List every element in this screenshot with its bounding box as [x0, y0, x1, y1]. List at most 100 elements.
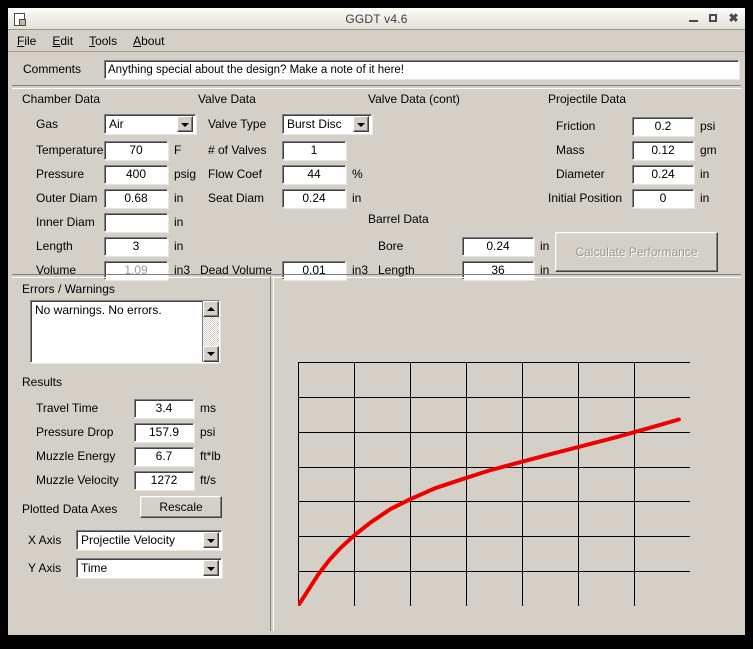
valve-type-select[interactable]: Burst Disc	[282, 114, 372, 134]
plot-svg	[298, 362, 690, 606]
x-axis-label: X Axis	[28, 533, 76, 547]
errors-text: No warnings. No errors.	[31, 301, 202, 362]
muzzle-energy-unit: ft*lb	[200, 449, 221, 463]
menu-label-tools: ools	[95, 34, 117, 48]
y-axis-value: Time	[77, 561, 203, 575]
muzzle-energy-output: 6.7	[134, 447, 194, 466]
field-inner-diam: Inner Diam in	[36, 212, 183, 232]
num-valves-input[interactable]: 1	[282, 141, 346, 160]
calculate-performance-button[interactable]: Calculate Performance	[555, 232, 718, 272]
pressure-drop-label: Pressure Drop	[36, 425, 134, 439]
maximize-icon[interactable]	[708, 13, 719, 24]
comments-label: Comments	[14, 62, 104, 76]
bore-unit: in	[540, 239, 549, 253]
application-window: GGDT v4.6 ✖ File Edit Tools About Commen…	[7, 7, 746, 636]
valve-data-title: Valve Data	[198, 92, 256, 106]
chamber-data-title: Chamber Data	[22, 92, 100, 106]
outer-diam-input[interactable]: 0.68	[104, 189, 168, 208]
bore-label: Bore	[378, 239, 462, 253]
pressure-input[interactable]: 400	[104, 165, 168, 184]
field-x-axis: X Axis Projectile Velocity	[28, 530, 222, 550]
pressure-drop-unit: psi	[200, 425, 215, 439]
field-bore: Bore 0.24 in	[378, 236, 549, 256]
menu-label-edit: dit	[60, 34, 73, 48]
divider-top	[12, 85, 741, 89]
gas-select[interactable]: Air	[104, 114, 196, 134]
minimize-icon[interactable]	[688, 13, 699, 24]
field-pressure: Pressure 400 psig	[36, 164, 196, 184]
x-axis-value: Projectile Velocity	[77, 533, 203, 547]
temperature-input[interactable]: 70	[104, 141, 168, 160]
menu-item-file[interactable]: File	[17, 32, 45, 50]
field-mass: Mass 0.12 gm	[556, 140, 717, 160]
valve-type-label: Valve Type	[208, 117, 282, 131]
errors-textarea[interactable]: No warnings. No errors.	[30, 300, 220, 363]
friction-input[interactable]: 0.2	[632, 117, 694, 136]
window-title: GGDT v4.6	[8, 12, 745, 26]
menu-label-about: bout	[141, 34, 164, 48]
gas-label: Gas	[36, 117, 104, 131]
mass-input[interactable]: 0.12	[632, 141, 694, 160]
muzzle-velocity-label: Muzzle Velocity	[36, 473, 134, 487]
chevron-down-icon[interactable]	[177, 116, 193, 132]
field-num-valves: # of Valves 1	[208, 140, 346, 160]
chart-series-line	[298, 420, 679, 606]
diameter-label: Diameter	[556, 167, 632, 181]
diameter-input[interactable]: 0.24	[632, 165, 694, 184]
projectile-data-title: Projectile Data	[548, 92, 626, 106]
seat-diam-input[interactable]: 0.24	[282, 189, 346, 208]
menu-item-tools[interactable]: Tools	[89, 32, 126, 50]
window-controls: ✖	[688, 13, 739, 24]
inner-diam-input[interactable]	[104, 213, 168, 232]
muzzle-velocity-output: 1272	[134, 471, 194, 490]
field-chamber-length: Length 3 in	[36, 236, 183, 256]
gas-value: Air	[105, 117, 177, 131]
flow-coef-unit: %	[352, 167, 363, 181]
valve-data-cont-title: Valve Data (cont)	[368, 92, 460, 106]
rescale-button[interactable]: Rescale	[140, 496, 222, 518]
field-diameter: Diameter 0.24 in	[556, 164, 709, 184]
chevron-down-icon[interactable]	[203, 560, 219, 576]
field-temperature: Temperature 70 F	[36, 140, 181, 160]
field-friction: Friction 0.2 psi	[556, 116, 715, 136]
chamber-length-unit: in	[174, 239, 183, 253]
chart-area	[274, 278, 741, 631]
scroll-down-icon[interactable]	[203, 346, 219, 362]
travel-time-unit: ms	[200, 401, 216, 415]
plot-axes-title: Plotted Data Axes	[22, 502, 117, 516]
friction-unit: psi	[700, 119, 715, 133]
field-flow-coef: Flow Coef 44 %	[208, 164, 363, 184]
field-travel-time: Travel Time 3.4 ms	[36, 398, 216, 418]
errors-scrollbar[interactable]	[202, 301, 219, 362]
field-y-axis: Y Axis Time	[28, 558, 222, 578]
inner-diam-label: Inner Diam	[36, 215, 104, 229]
y-axis-select[interactable]: Time	[76, 558, 222, 578]
flow-coef-input[interactable]: 44	[282, 165, 346, 184]
initial-position-input[interactable]: 0	[632, 189, 694, 208]
close-icon[interactable]: ✖	[728, 13, 739, 24]
menu-item-edit[interactable]: Edit	[52, 32, 82, 50]
seat-diam-label: Seat Diam	[208, 191, 282, 205]
menu-label-file: ile	[24, 34, 36, 48]
flow-coef-label: Flow Coef	[208, 167, 282, 181]
y-axis-label: Y Axis	[28, 561, 76, 575]
x-axis-select[interactable]: Projectile Velocity	[76, 530, 222, 550]
comments-input[interactable]: Anything special about the design? Make …	[104, 60, 739, 79]
performance-plot[interactable]	[298, 362, 690, 606]
pressure-drop-output: 157.9	[134, 423, 194, 442]
travel-time-output: 3.4	[134, 399, 194, 418]
bore-input[interactable]: 0.24	[462, 237, 534, 256]
muzzle-energy-label: Muzzle Energy	[36, 449, 134, 463]
scrollbar-track[interactable]	[203, 317, 219, 346]
errors-title: Errors / Warnings	[22, 282, 115, 296]
results-title: Results	[22, 375, 62, 389]
chevron-down-icon[interactable]	[353, 116, 369, 132]
chamber-length-input[interactable]: 3	[104, 237, 168, 256]
scroll-up-icon[interactable]	[203, 301, 219, 317]
chamber-length-label: Length	[36, 239, 104, 253]
chevron-down-icon[interactable]	[203, 532, 219, 548]
menu-item-about[interactable]: About	[133, 32, 173, 50]
pressure-label: Pressure	[36, 167, 104, 181]
field-initial-position: Initial Position 0 in	[548, 188, 709, 208]
field-pressure-drop: Pressure Drop 157.9 psi	[36, 422, 215, 442]
